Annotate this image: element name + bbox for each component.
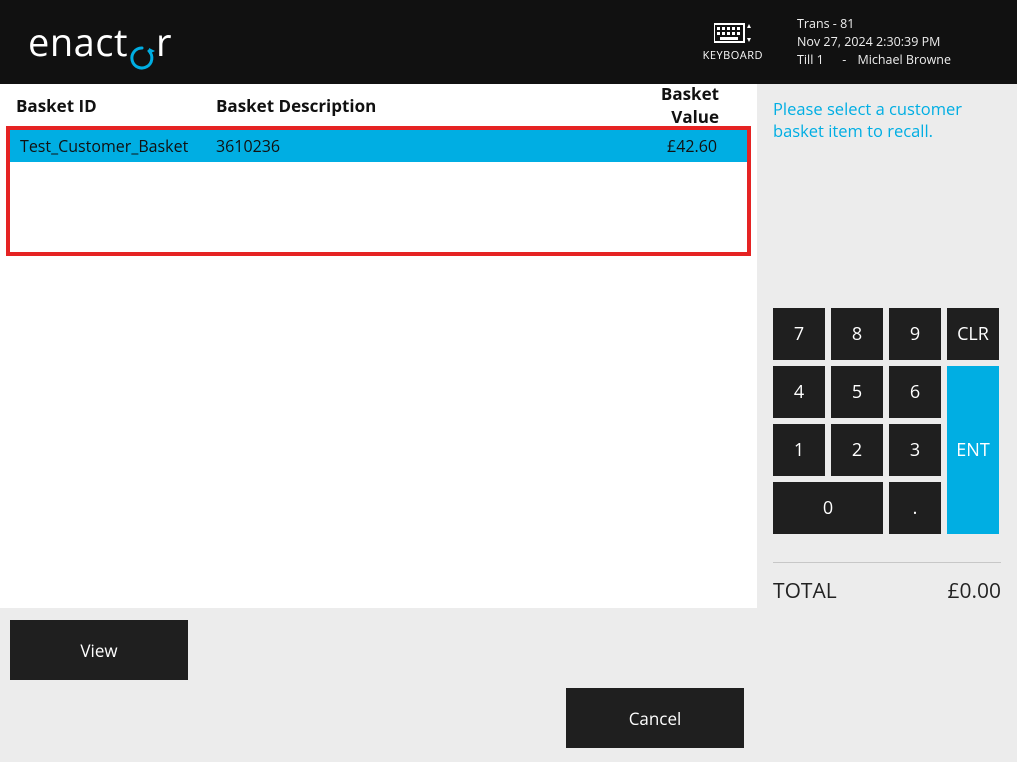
key-4[interactable]: 4 [773,366,825,418]
brand-text-post: r [156,16,172,68]
key-2[interactable]: 2 [831,424,883,476]
view-button[interactable]: View [10,620,188,680]
keyboard-button[interactable]: KEYBOARD [703,22,763,63]
key-dot[interactable]: . [889,482,941,534]
key-3[interactable]: 3 [889,424,941,476]
prompt-text: Please select a customer basket item to … [773,98,1001,308]
cell-basket-id: Test_Customer_Basket [20,135,216,157]
highlight-box: Test_Customer_Basket 3610236 £42.60 [6,126,751,256]
key-ent[interactable]: ENT [947,366,999,534]
total-value: £0.00 [947,577,1001,605]
key-8[interactable]: 8 [831,308,883,360]
key-7[interactable]: 7 [773,308,825,360]
cell-basket-desc: 3610236 [216,135,607,157]
key-clr[interactable]: CLR [947,308,999,360]
keyboard-label: KEYBOARD [703,48,763,63]
highlight-empty-area [10,162,747,252]
keyboard-icon [714,22,752,44]
dash: - [842,51,854,69]
cancel-button[interactable]: Cancel [566,688,744,748]
right-pane: Please select a customer basket item to … [757,84,1017,762]
total-line: TOTAL £0.00 [773,562,1001,605]
key-6[interactable]: 6 [889,366,941,418]
app-header: enact r KEYBOARD Trans - 81 [0,0,1017,84]
trans-number: Trans - 81 [797,15,997,33]
basket-list-panel: Basket ID Basket Description Basket Valu… [0,84,757,608]
bottom-button-bar: View Cancel [0,608,757,762]
col-header-value: Basket Value [611,82,741,128]
transaction-info: Trans - 81 Nov 27, 2024 2:30:39 PM Till … [797,15,997,69]
user-name: Michael Browne [858,51,952,69]
trans-datetime: Nov 27, 2024 2:30:39 PM [797,33,997,51]
col-header-desc: Basket Description [216,94,611,117]
key-1[interactable]: 1 [773,424,825,476]
key-9[interactable]: 9 [889,308,941,360]
total-label: TOTAL [773,577,837,605]
basket-row[interactable]: Test_Customer_Basket 3610236 £42.60 [10,130,747,162]
cell-basket-value: £42.60 [607,135,737,157]
numeric-keypad: 7 8 9 CLR 4 5 6 ENT 1 2 3 0 . [773,308,999,534]
basket-header-row: Basket ID Basket Description Basket Valu… [0,84,757,126]
recycle-o-icon [129,31,155,57]
col-header-id: Basket ID [16,94,216,117]
key-5[interactable]: 5 [831,366,883,418]
till-label: Till 1 [797,51,839,69]
brand-logo: enact r [28,16,172,68]
left-pane: Basket ID Basket Description Basket Valu… [0,84,757,762]
key-0[interactable]: 0 [773,482,883,534]
brand-text-pre: enact [28,16,128,68]
